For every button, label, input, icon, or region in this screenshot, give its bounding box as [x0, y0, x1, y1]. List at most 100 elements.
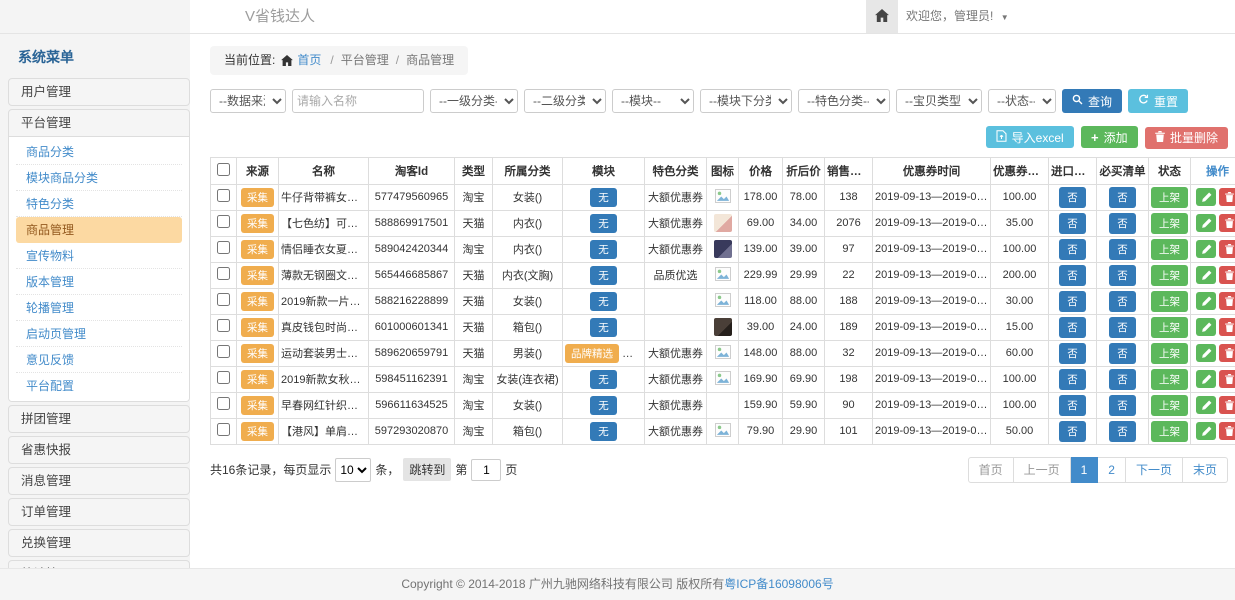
- row-checkbox[interactable]: [217, 241, 230, 254]
- must-buy-toggle[interactable]: 否: [1109, 265, 1136, 286]
- sidebar-item-exchange[interactable]: 兑换管理: [9, 530, 189, 556]
- delete-button[interactable]: [1219, 318, 1235, 336]
- delete-button[interactable]: [1219, 422, 1235, 440]
- page-button-first[interactable]: 首页: [968, 457, 1014, 483]
- breadcrumb-home-link[interactable]: 首页: [297, 53, 321, 67]
- sidebar-item-orders[interactable]: 订单管理: [9, 499, 189, 525]
- per-page-select[interactable]: 10: [335, 458, 371, 482]
- row-checkbox[interactable]: [217, 345, 230, 358]
- page-button-next[interactable]: 下一页: [1126, 457, 1183, 483]
- import-select-toggle[interactable]: 否: [1059, 291, 1086, 312]
- sidebar-item-promo-materials[interactable]: 宣传物料: [16, 243, 182, 269]
- sidebar-item-version-management[interactable]: 版本管理: [16, 269, 182, 295]
- batch-delete-button[interactable]: 批量删除: [1145, 127, 1228, 149]
- status-badge[interactable]: 上架: [1151, 421, 1188, 442]
- user-menu[interactable]: 欢迎您，管理员! ▼: [906, 0, 1009, 34]
- must-buy-toggle[interactable]: 否: [1109, 213, 1136, 234]
- status-badge[interactable]: 上架: [1151, 291, 1188, 312]
- jump-button[interactable]: 跳转到: [403, 458, 451, 481]
- edit-button[interactable]: [1196, 188, 1216, 206]
- module-select[interactable]: --模块--: [612, 89, 694, 113]
- data-source-select[interactable]: --数据来源--: [210, 89, 286, 113]
- sidebar-item-users[interactable]: 用户管理: [9, 79, 189, 105]
- search-button[interactable]: 查询: [1062, 89, 1122, 113]
- status-select[interactable]: --状态--: [988, 89, 1056, 113]
- import-select-toggle[interactable]: 否: [1059, 343, 1086, 364]
- page-button-1[interactable]: 1: [1071, 457, 1099, 483]
- row-checkbox[interactable]: [217, 423, 230, 436]
- edit-button[interactable]: [1196, 266, 1216, 284]
- delete-button[interactable]: [1219, 370, 1235, 388]
- status-badge[interactable]: 上架: [1151, 265, 1188, 286]
- sidebar-item-feedback[interactable]: 意见反馈: [16, 347, 182, 373]
- page-button-prev[interactable]: 上一页: [1014, 457, 1071, 483]
- sidebar-item-goods-category[interactable]: 商品分类: [16, 139, 182, 165]
- sidebar-item-platform-config[interactable]: 平台配置: [16, 373, 182, 399]
- import-select-toggle[interactable]: 否: [1059, 369, 1086, 390]
- sidebar-item-splash-management[interactable]: 启动页管理: [16, 321, 182, 347]
- import-select-toggle[interactable]: 否: [1059, 213, 1086, 234]
- edit-button[interactable]: [1196, 396, 1216, 414]
- add-button[interactable]: + 添加: [1081, 126, 1138, 148]
- delete-button[interactable]: [1219, 240, 1235, 258]
- import-excel-button[interactable]: 导入excel: [986, 126, 1074, 148]
- edit-button[interactable]: [1196, 240, 1216, 258]
- sidebar-item-group-buy[interactable]: 拼团管理: [9, 406, 189, 432]
- name-input[interactable]: [292, 89, 424, 113]
- sidebar-item-goods-management[interactable]: 商品管理: [16, 217, 182, 243]
- sidebar-item-saving-news[interactable]: 省惠快报: [9, 437, 189, 463]
- must-buy-toggle[interactable]: 否: [1109, 421, 1136, 442]
- edit-button[interactable]: [1196, 318, 1216, 336]
- import-select-toggle[interactable]: 否: [1059, 421, 1086, 442]
- import-select-toggle[interactable]: 否: [1059, 239, 1086, 260]
- icp-link[interactable]: 粤ICP备16098006号: [724, 577, 833, 591]
- row-checkbox[interactable]: [217, 293, 230, 306]
- must-buy-toggle[interactable]: 否: [1109, 187, 1136, 208]
- import-select-toggle[interactable]: 否: [1059, 265, 1086, 286]
- item-type-select[interactable]: --宝贝类型--: [896, 89, 982, 113]
- edit-button[interactable]: [1196, 214, 1216, 232]
- must-buy-toggle[interactable]: 否: [1109, 239, 1136, 260]
- status-badge[interactable]: 上架: [1151, 317, 1188, 338]
- sidebar-item-carousel-management[interactable]: 轮播管理: [16, 295, 182, 321]
- sidebar-item-module-goods-category[interactable]: 模块商品分类: [16, 165, 182, 191]
- import-select-toggle[interactable]: 否: [1059, 317, 1086, 338]
- must-buy-toggle[interactable]: 否: [1109, 369, 1136, 390]
- delete-button[interactable]: [1219, 396, 1235, 414]
- delete-button[interactable]: [1219, 344, 1235, 362]
- level1-category-select[interactable]: --一级分类--: [430, 89, 518, 113]
- delete-button[interactable]: [1219, 214, 1235, 232]
- reset-button[interactable]: 重置: [1128, 89, 1188, 113]
- delete-button[interactable]: [1219, 266, 1235, 284]
- must-buy-toggle[interactable]: 否: [1109, 395, 1136, 416]
- sidebar-item-messages[interactable]: 消息管理: [9, 468, 189, 494]
- page-button-2[interactable]: 2: [1098, 457, 1126, 483]
- home-button[interactable]: [866, 0, 898, 33]
- edit-button[interactable]: [1196, 292, 1216, 310]
- delete-button[interactable]: [1219, 188, 1235, 206]
- row-checkbox[interactable]: [217, 319, 230, 332]
- edit-button[interactable]: [1196, 370, 1216, 388]
- status-badge[interactable]: 上架: [1151, 239, 1188, 260]
- status-badge[interactable]: 上架: [1151, 343, 1188, 364]
- row-checkbox[interactable]: [217, 371, 230, 384]
- status-badge[interactable]: 上架: [1151, 187, 1188, 208]
- row-checkbox[interactable]: [217, 397, 230, 410]
- sidebar-item-feature-category[interactable]: 特色分类: [16, 191, 182, 217]
- row-checkbox[interactable]: [217, 189, 230, 202]
- status-badge[interactable]: 上架: [1151, 395, 1188, 416]
- delete-button[interactable]: [1219, 292, 1235, 310]
- edit-button[interactable]: [1196, 422, 1216, 440]
- jump-page-input[interactable]: [471, 459, 501, 481]
- must-buy-toggle[interactable]: 否: [1109, 317, 1136, 338]
- import-select-toggle[interactable]: 否: [1059, 187, 1086, 208]
- must-buy-toggle[interactable]: 否: [1109, 343, 1136, 364]
- edit-button[interactable]: [1196, 344, 1216, 362]
- row-checkbox[interactable]: [217, 215, 230, 228]
- row-checkbox[interactable]: [217, 267, 230, 280]
- status-badge[interactable]: 上架: [1151, 369, 1188, 390]
- level2-category-select[interactable]: --二级分类--: [524, 89, 606, 113]
- import-select-toggle[interactable]: 否: [1059, 395, 1086, 416]
- feature-category-select[interactable]: --特色分类--: [798, 89, 890, 113]
- select-all-checkbox[interactable]: [217, 163, 230, 176]
